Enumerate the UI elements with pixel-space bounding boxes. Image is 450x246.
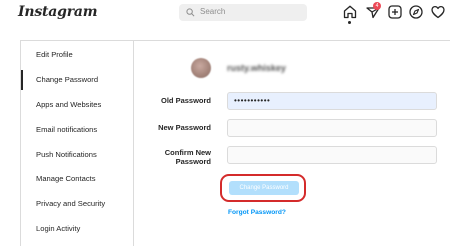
active-indicator xyxy=(348,21,351,24)
username: rusty.whiskey xyxy=(227,63,286,73)
explore-icon[interactable] xyxy=(408,4,424,20)
old-password-field[interactable]: ••••••••••• xyxy=(227,92,437,110)
confirm-label-line1: Confirm New xyxy=(164,148,211,157)
confirm-label-line2: Password xyxy=(175,157,211,166)
sidebar-item-change-password[interactable]: Change Password xyxy=(21,70,133,90)
top-nav: Instagram Search 4 xyxy=(0,0,450,27)
sidebar-item-edit-profile[interactable]: Edit Profile xyxy=(21,45,133,65)
heart-icon[interactable] xyxy=(430,4,446,20)
new-post-icon[interactable] xyxy=(387,4,403,20)
new-password-label: New Password xyxy=(158,123,211,132)
avatar xyxy=(191,58,211,78)
change-password-button[interactable]: Change Password xyxy=(229,181,299,195)
sidebar-item-email-notifications[interactable]: Email notifications xyxy=(21,120,133,140)
notification-badge: 4 xyxy=(373,2,381,10)
forgot-password-link[interactable]: Forgot Password? xyxy=(228,209,286,216)
confirm-password-label: Confirm New Password xyxy=(131,148,211,166)
sidebar-item-privacy-and-security[interactable]: Privacy and Security xyxy=(21,194,133,214)
old-password-label: Old Password xyxy=(160,96,211,105)
new-password-field[interactable] xyxy=(227,119,437,137)
sidebar-item-apps-and-websites[interactable]: Apps and Websites xyxy=(21,95,133,115)
sidebar-item-push-notifications[interactable]: Push Notifications xyxy=(21,145,133,165)
settings-panel: Edit Profile Change Password Apps and We… xyxy=(20,40,450,246)
confirm-password-field[interactable] xyxy=(227,146,437,164)
home-icon[interactable] xyxy=(342,4,358,20)
sidebar-item-manage-contacts[interactable]: Manage Contacts xyxy=(21,169,133,189)
settings-sidebar: Edit Profile Change Password Apps and We… xyxy=(21,41,134,246)
change-password-form: rusty.whiskey Old Password ••••••••••• N… xyxy=(134,41,450,246)
sidebar-item-login-activity[interactable]: Login Activity xyxy=(21,219,133,239)
